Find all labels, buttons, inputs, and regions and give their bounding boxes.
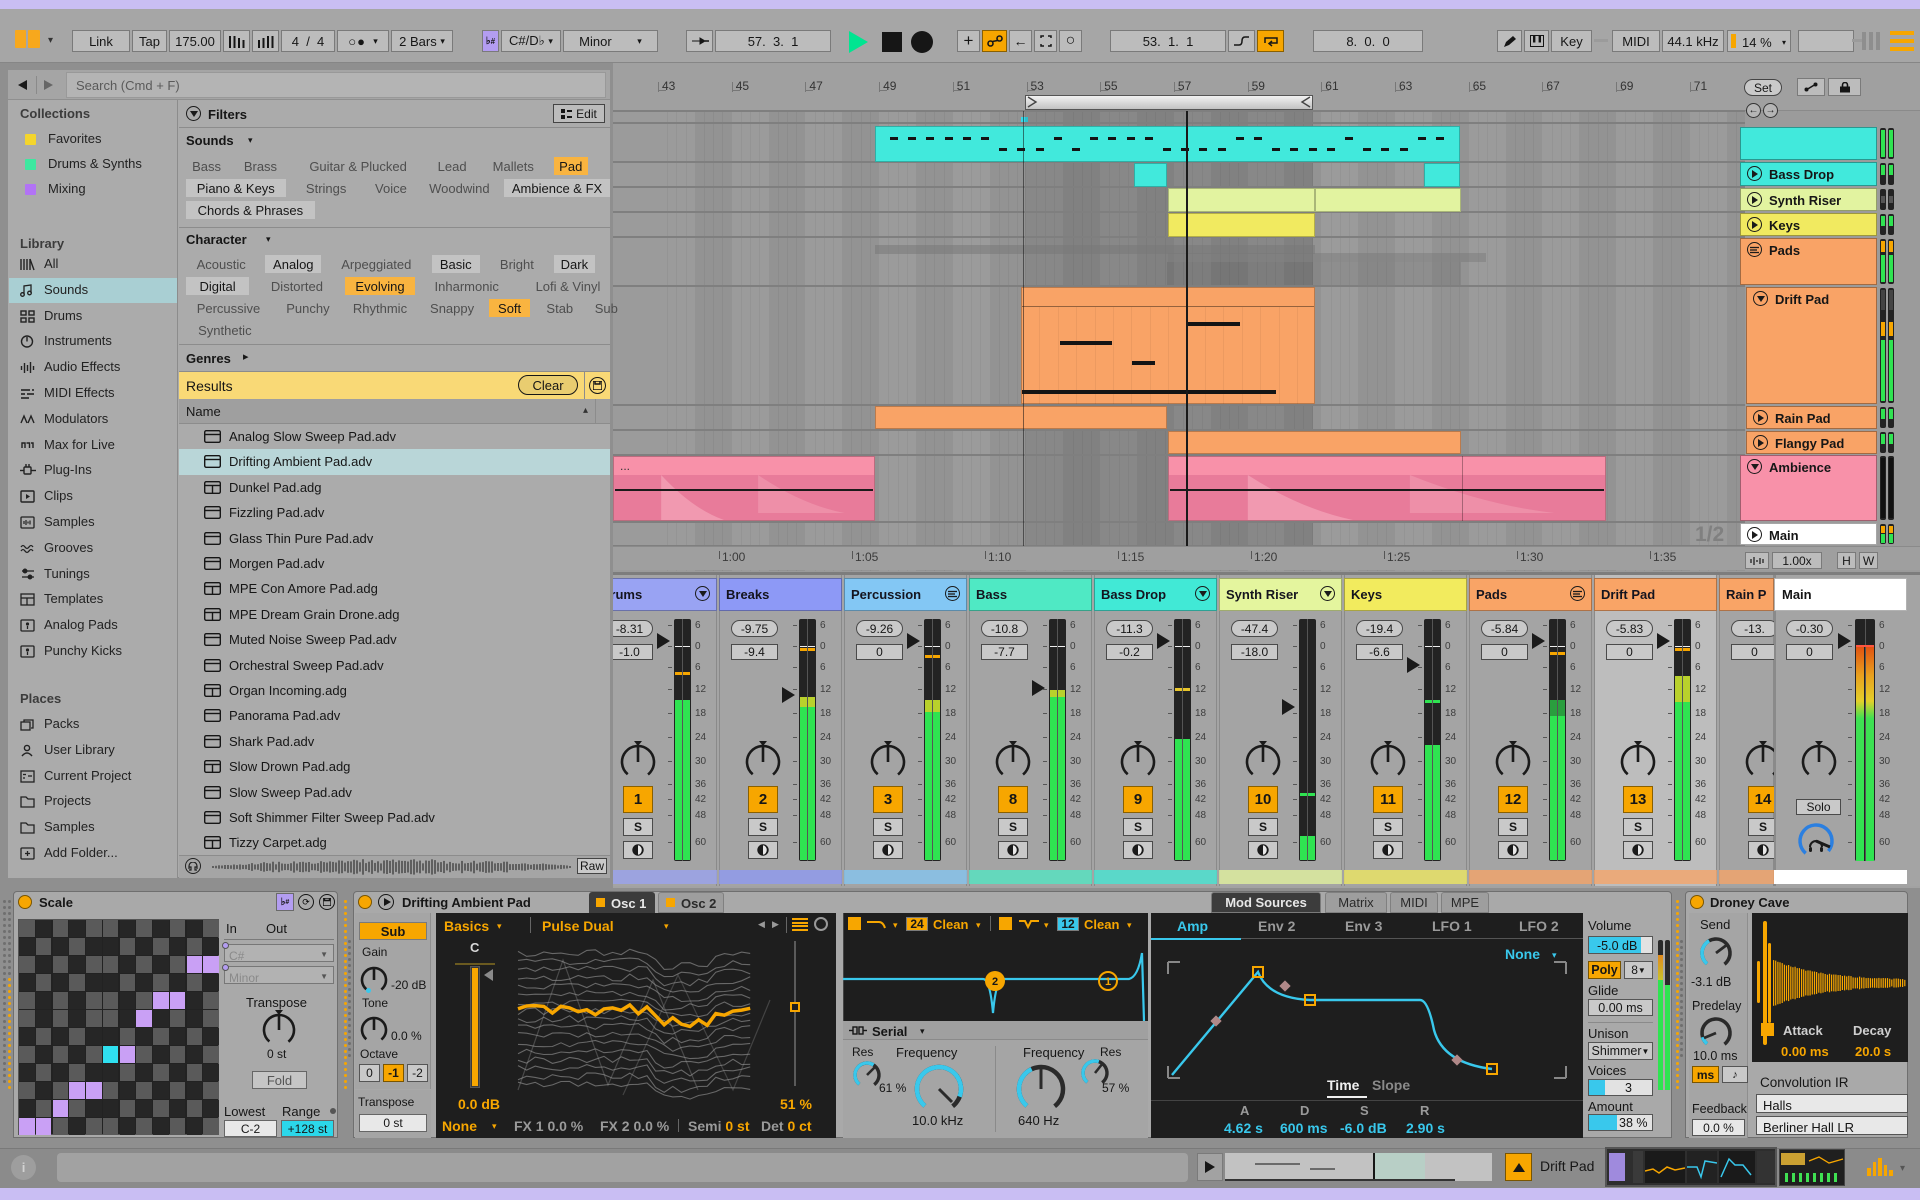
svg-text:2: 2 — [992, 976, 998, 988]
svg-text:1: 1 — [1105, 976, 1111, 988]
